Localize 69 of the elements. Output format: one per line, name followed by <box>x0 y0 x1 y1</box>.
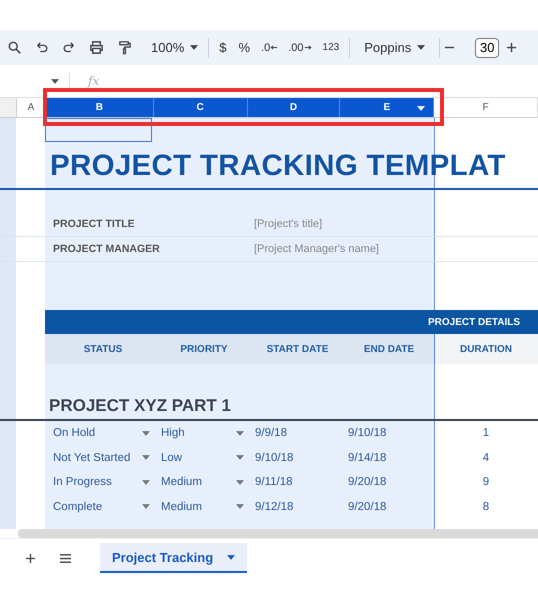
table-cell-text: 9 <box>482 476 490 488</box>
section-title: PROJECT XYZ PART 1 <box>49 396 231 416</box>
table-cell-text: 9/9/18 <box>254 427 288 440</box>
table-cell-text: 9/14/18 <box>347 452 388 464</box>
field-label: PROJECT MANAGER <box>52 243 161 255</box>
currency-format-button[interactable]: $ <box>213 36 232 60</box>
caret-icon[interactable] <box>51 78 59 84</box>
column-heading: START DATE <box>266 344 330 354</box>
column-header[interactable]: C <box>154 98 248 117</box>
sheet-tab[interactable]: Project Tracking <box>100 543 248 573</box>
caret-icon <box>142 504 150 510</box>
status-dropdown[interactable]: Complete <box>49 500 157 513</box>
table-cell-text: 1 <box>482 427 490 440</box>
column-heading: END DATE <box>362 344 416 354</box>
priority-dropdown[interactable]: Medium <box>157 500 251 513</box>
search-icon[interactable] <box>8 40 22 54</box>
caret-icon <box>190 45 198 50</box>
caret-icon <box>236 455 244 460</box>
scrollbar[interactable] <box>18 529 538 538</box>
formula-label: fx <box>88 74 100 88</box>
increase-decimals-button[interactable]: .00 <box>283 36 317 60</box>
table-cell-text: 8 <box>482 500 490 513</box>
status-dropdown[interactable]: In Progress <box>49 476 157 488</box>
column-heading: STATUS <box>82 344 124 354</box>
font-dropdown[interactable]: Poppins <box>354 36 436 60</box>
caret-icon <box>236 504 244 510</box>
table-cell-text: 9/20/18 <box>347 476 388 488</box>
section-banner: PROJECT DETAILS <box>45 310 538 334</box>
status-dropdown[interactable]: On Hold <box>49 427 157 440</box>
undo-icon[interactable] <box>35 40 49 54</box>
field-label: PROJECT TITLE <box>52 218 136 230</box>
caret-icon <box>236 480 244 485</box>
redo-icon[interactable] <box>62 40 76 54</box>
paint-roller-icon[interactable] <box>117 40 132 55</box>
zoom-dropdown[interactable]: 100% <box>145 36 204 60</box>
column-heading: DURATION <box>458 344 514 354</box>
caret-icon <box>142 430 150 436</box>
table-cell-text: 9/12/18 <box>254 500 294 513</box>
menu-icon[interactable] <box>59 552 72 564</box>
add-sheet-icon[interactable] <box>25 552 36 564</box>
arrow-left-icon <box>270 45 278 50</box>
number-format-button[interactable]: 123 <box>316 36 346 60</box>
priority-dropdown[interactable]: High <box>157 427 251 440</box>
table-cell-text: 9/10/18 <box>347 427 388 440</box>
table-cell-text: 4 <box>482 452 490 464</box>
print-icon[interactable] <box>89 40 104 55</box>
caret-icon <box>227 554 236 560</box>
column-header[interactable]: E <box>340 98 434 117</box>
column-header[interactable]: B <box>46 98 154 117</box>
caret-icon[interactable] <box>417 106 426 111</box>
status-dropdown[interactable]: Not Yet Started <box>49 452 157 464</box>
field-hint: [Project Manager's name] <box>253 243 380 255</box>
percent-format-button[interactable]: % <box>232 36 256 60</box>
column-header[interactable]: D <box>248 98 340 117</box>
decrease-decimals-button[interactable]: .0 <box>256 36 284 60</box>
column-heading: PRIORITY <box>179 344 229 354</box>
field-hint: [Project's title] <box>253 218 324 230</box>
font-size-field[interactable]: 30 <box>475 38 500 58</box>
plus-icon[interactable] <box>506 42 518 53</box>
caret-icon <box>142 455 150 460</box>
arrow-right-icon <box>304 45 312 50</box>
caret-icon <box>417 45 426 50</box>
priority-dropdown[interactable]: Medium <box>157 476 251 488</box>
caret-icon <box>142 480 150 485</box>
table-cell-text: 9/20/18 <box>347 500 388 513</box>
caret-icon <box>236 430 244 436</box>
table-cell-text: 9/11/18 <box>254 476 294 488</box>
priority-dropdown[interactable]: Low <box>157 452 251 464</box>
table-cell-text: 9/10/18 <box>254 452 294 464</box>
